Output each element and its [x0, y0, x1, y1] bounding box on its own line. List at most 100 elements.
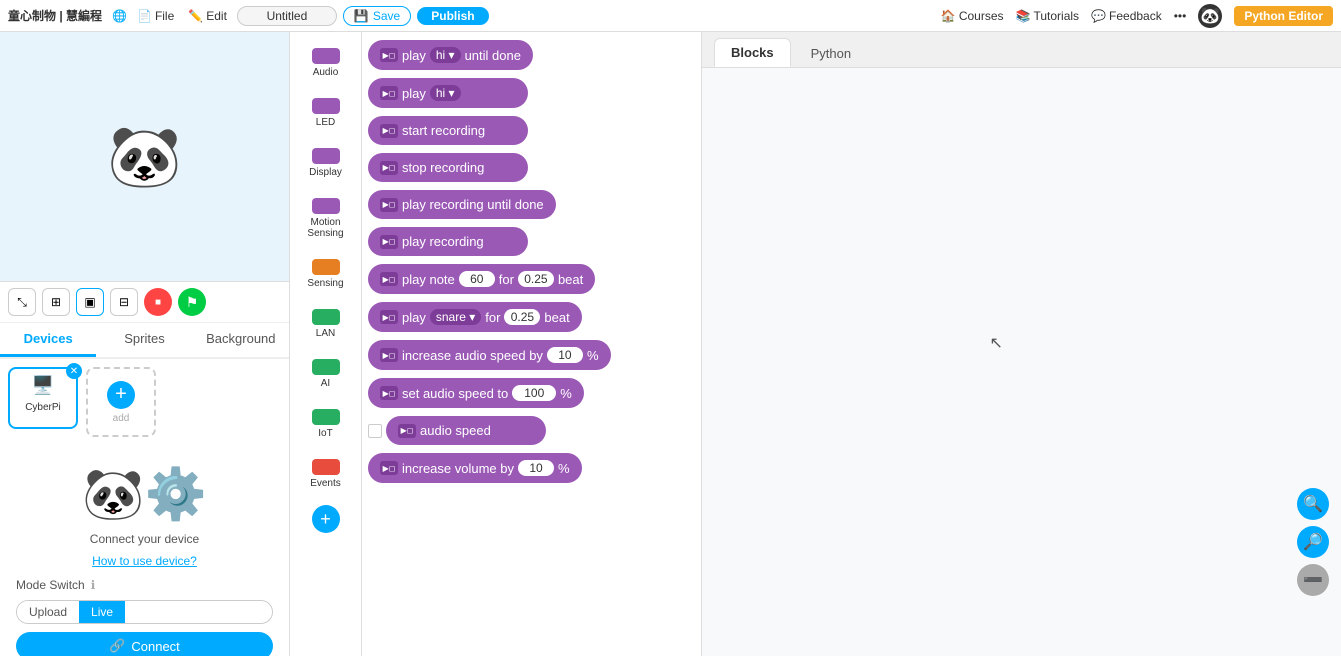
cursor-indicator: ↖	[990, 333, 1003, 353]
audio-speed-increase-input[interactable]	[547, 347, 583, 363]
tab-python[interactable]: Python	[795, 40, 867, 67]
stage-controls: ⤡ ⊞ ▣ ⊟ ■ ⚑	[0, 282, 289, 323]
link-icon: 🔗	[109, 638, 125, 654]
add-device-button[interactable]: + add	[86, 367, 156, 437]
how-to-use-link[interactable]: How to use device?	[16, 554, 273, 568]
cat-events[interactable]: Events	[290, 451, 361, 497]
block-play-hi-until-done[interactable]: ▶◻ play hi ▾ until done	[368, 40, 533, 70]
device-close-button[interactable]: ✕	[66, 363, 82, 379]
led-cat-label: LED	[316, 117, 335, 128]
grid-large-button[interactable]: ⊟	[110, 288, 138, 316]
zoom-controls: 🔍 🔎 ➖	[1297, 488, 1329, 596]
block-play-hi[interactable]: ▶◻ play hi ▾	[368, 78, 528, 108]
cyberpi-card[interactable]: ✕ 🖥️ CyberPi	[8, 367, 78, 429]
workspace-tabs: Blocks Python	[702, 32, 1341, 68]
events-cat-icon	[312, 459, 340, 475]
block-increase-volume[interactable]: ▶◻ increase volume by %	[368, 453, 582, 483]
cat-led[interactable]: LED	[290, 90, 361, 136]
cat-motion-sensing[interactable]: Motion Sensing	[290, 190, 361, 247]
note-value-input[interactable]	[459, 271, 495, 287]
file-menu[interactable]: 📄 File	[133, 7, 178, 25]
expand-button[interactable]: ⤡	[8, 288, 36, 316]
display-cat-label: Display	[309, 167, 342, 178]
cat-iot[interactable]: IoT	[290, 401, 361, 447]
note-beat-input[interactable]	[518, 271, 554, 287]
events-cat-label: Events	[310, 478, 341, 489]
cat-lan[interactable]: LAN	[290, 301, 361, 347]
mode-switch-info-icon: ℹ	[91, 578, 96, 592]
block-icon: ▶◻	[380, 235, 398, 249]
cat-sensing[interactable]: Sensing	[290, 251, 361, 297]
block-stop-recording[interactable]: ▶◻ stop recording	[368, 153, 528, 182]
project-title-input[interactable]	[237, 6, 337, 26]
cat-audio[interactable]: Audio	[290, 40, 361, 86]
publish-button[interactable]: Publish	[417, 7, 488, 25]
blocks-panel: ▶◻ play hi ▾ until done ▶◻ play hi ▾ ▶◻ …	[362, 32, 702, 656]
audio-speed-checkbox[interactable]	[368, 424, 382, 438]
volume-increase-input[interactable]	[518, 460, 554, 476]
cat-ai[interactable]: AI	[290, 351, 361, 397]
tab-background[interactable]: Background	[193, 323, 289, 357]
connect-button[interactable]: 🔗 Connect	[16, 632, 273, 656]
sprite-area: 🐼⚙️ Connect your device How to use devic…	[8, 449, 281, 656]
block-icon: ▶◻	[380, 48, 398, 62]
block-play-recording-until-done[interactable]: ▶◻ play recording until done	[368, 190, 556, 219]
tab-sprites[interactable]: Sprites	[96, 323, 192, 357]
python-editor-button[interactable]: Python Editor	[1234, 6, 1333, 26]
more-options[interactable]: •••	[1174, 9, 1187, 23]
ai-cat-label: AI	[321, 378, 330, 389]
drum-type-dropdown[interactable]: snare ▾	[430, 309, 481, 325]
play-sound-dropdown[interactable]: hi ▾	[430, 47, 461, 63]
add-category-button[interactable]: +	[312, 505, 340, 533]
block-icon: ▶◻	[380, 310, 398, 324]
add-label: add	[113, 413, 130, 424]
zoom-fit-button[interactable]: 🔎	[1297, 526, 1329, 558]
block-icon: ▶◻	[380, 386, 398, 400]
save-button[interactable]: 💾 Save	[343, 6, 411, 26]
edit-menu[interactable]: ✏️ Edit	[184, 7, 231, 25]
block-icon: ▶◻	[380, 124, 398, 138]
workspace: Blocks Python ↖ 🔍 🔎 ➖	[702, 32, 1341, 656]
tab-devices[interactable]: Devices	[0, 323, 96, 357]
mode-switch-label: Mode Switch	[16, 578, 85, 592]
block-icon: ▶◻	[380, 198, 398, 212]
upload-mode-button[interactable]: Upload	[17, 601, 79, 623]
block-icon: ▶◻	[380, 461, 398, 475]
topbar: 童心制物 | 慧編程 🌐 📄 File ✏️ Edit 💾 Save Publi…	[0, 0, 1341, 32]
play-sound-dropdown2[interactable]: hi ▾	[430, 85, 461, 101]
run-button[interactable]: ⚑	[178, 288, 206, 316]
grid-medium-button[interactable]: ▣	[76, 288, 104, 316]
block-play-snare[interactable]: ▶◻ play snare ▾ for beat	[368, 302, 582, 332]
block-start-recording[interactable]: ▶◻ start recording	[368, 116, 528, 145]
block-icon: ▶◻	[380, 272, 398, 286]
devices-row: ✕ 🖥️ CyberPi + add	[8, 367, 281, 437]
zoom-in-button[interactable]: 🔍	[1297, 488, 1329, 520]
topbar-right: 🏠 Courses 📚 Tutorials 💬 Feedback ••• 🐼 P…	[941, 4, 1333, 28]
sensing-cat-label: Sensing	[307, 278, 343, 289]
grid-small-button[interactable]: ⊞	[42, 288, 70, 316]
tab-blocks[interactable]: Blocks	[714, 38, 791, 67]
stop-button[interactable]: ■	[144, 288, 172, 316]
audio-speed-set-input[interactable]	[512, 385, 556, 401]
tutorials-link[interactable]: 📚 Tutorials	[1016, 9, 1080, 23]
cat-display[interactable]: Display	[290, 140, 361, 186]
zoom-out-button[interactable]: ➖	[1297, 564, 1329, 596]
block-icon: ▶◻	[380, 348, 398, 362]
devices-content: ✕ 🖥️ CyberPi + add 🐼⚙️ Connect your devi…	[0, 359, 289, 656]
workspace-canvas[interactable]: ↖ 🔍 🔎 ➖	[702, 68, 1341, 656]
iot-cat-icon	[312, 409, 340, 425]
display-cat-icon	[312, 148, 340, 164]
feedback-link[interactable]: 💬 Feedback	[1091, 9, 1162, 23]
block-increase-audio-speed[interactable]: ▶◻ increase audio speed by %	[368, 340, 611, 370]
block-play-note[interactable]: ▶◻ play note for beat	[368, 264, 595, 294]
live-mode-button[interactable]: Live	[79, 601, 125, 623]
block-audio-speed-reporter[interactable]: ▶◻ audio speed	[386, 416, 546, 445]
user-avatar[interactable]: 🐼	[1198, 4, 1222, 28]
courses-link[interactable]: 🏠 Courses	[941, 9, 1004, 23]
block-icon: ▶◻	[380, 86, 398, 100]
cyberpi-icon: 🖥️	[32, 375, 54, 396]
block-play-recording[interactable]: ▶◻ play recording	[368, 227, 528, 256]
block-set-audio-speed[interactable]: ▶◻ set audio speed to %	[368, 378, 584, 408]
drum-beat-input[interactable]	[504, 309, 540, 325]
mode-switch-buttons: Upload Live	[16, 600, 273, 624]
